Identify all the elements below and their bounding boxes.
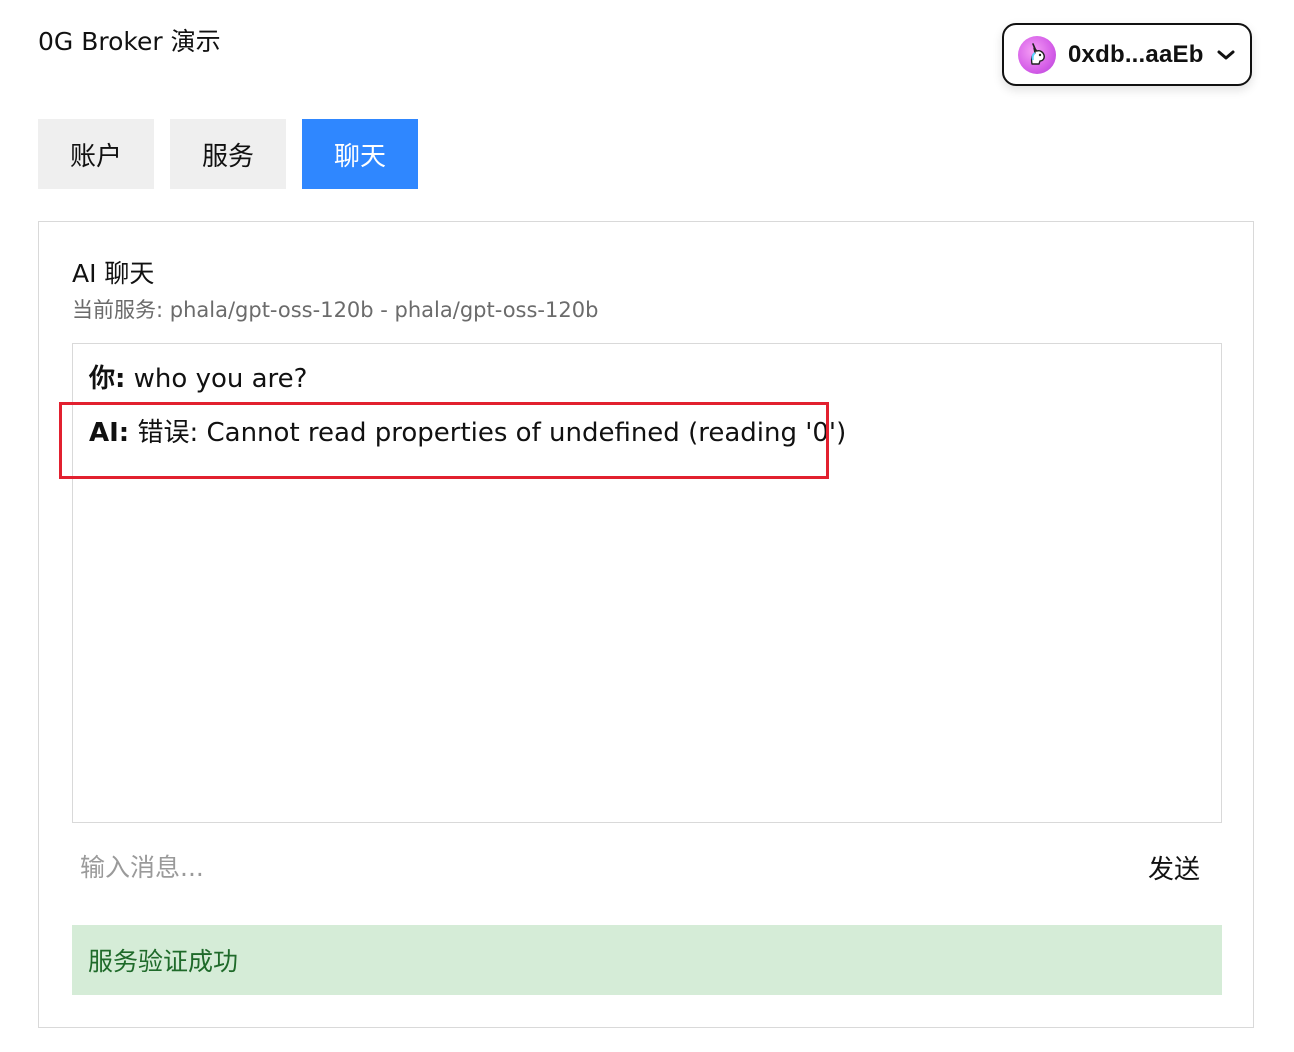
tab-bar: 账户 服务 聊天 xyxy=(38,119,419,189)
app-title: 0G Broker 演示 xyxy=(38,27,221,56)
send-button[interactable]: 发送 xyxy=(1126,838,1222,896)
unicorn-icon xyxy=(1018,35,1056,74)
tab-services[interactable]: 服务 xyxy=(170,119,287,189)
message-text: who you are? xyxy=(133,364,308,394)
wallet-account-button[interactable]: 0xdb...aaEb xyxy=(1002,23,1252,86)
message-sender: AI: xyxy=(89,418,130,448)
message-text: 错误: Cannot read properties of undefined … xyxy=(137,418,847,448)
tab-chat[interactable]: 聊天 xyxy=(302,119,419,189)
message-input[interactable] xyxy=(72,837,1126,897)
chevron-down-icon xyxy=(1216,48,1236,62)
message-composer: 发送 xyxy=(72,837,1222,897)
chat-title: AI 聊天 xyxy=(72,259,155,288)
current-service-label: 当前服务: phala/gpt-oss-120b - phala/gpt-oss… xyxy=(72,298,599,322)
wallet-address: 0xdb...aaEb xyxy=(1068,40,1204,68)
chat-history[interactable]: 你: who you are? AI: 错误: Cannot read prop… xyxy=(59,343,1222,823)
user-message: 你: who you are? xyxy=(89,362,307,396)
status-banner: 服务验证成功 xyxy=(72,925,1222,995)
message-sender: 你: xyxy=(89,364,126,394)
chat-panel: AI 聊天 当前服务: phala/gpt-oss-120b - phala/g… xyxy=(38,221,1254,1028)
tab-account[interactable]: 账户 xyxy=(38,119,155,189)
ai-message: AI: 错误: Cannot read properties of undefi… xyxy=(89,416,846,450)
